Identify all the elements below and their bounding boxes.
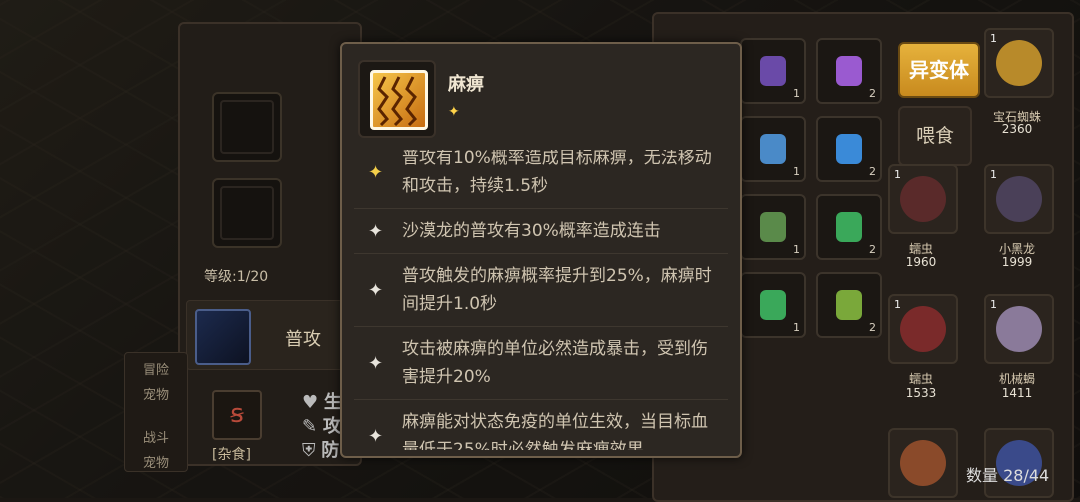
item-count: 2: [869, 165, 876, 178]
item-slot[interactable]: 2: [816, 194, 882, 260]
info-line: 宠物: [143, 456, 170, 471]
diet-label: [杂食]: [212, 447, 251, 463]
pet-card[interactable]: 1: [888, 294, 958, 364]
sparkle-icon: ✦: [368, 221, 384, 242]
pet-card[interactable]: 1: [888, 164, 958, 234]
item-count: 1: [793, 165, 800, 178]
attack-stat-label: ✎ 攻: [302, 416, 341, 437]
pet-card-name: 蠕虫: [908, 372, 933, 386]
equip-slot-1[interactable]: [212, 92, 282, 162]
item-slot[interactable]: 2: [816, 272, 882, 338]
attack-label: 普攻: [285, 329, 321, 350]
pet-card-level: 1: [990, 32, 997, 45]
hp-stat-label: ♥ 生: [302, 392, 342, 413]
item-gem-icon: [760, 212, 786, 242]
item-count: 2: [869, 87, 876, 100]
item-count: 1: [793, 87, 800, 100]
pet-card[interactable]: [888, 428, 958, 498]
pet-info-box: 冒险 宠物 战斗 宠物: [124, 352, 188, 472]
skill-effect-text: 攻击被麻痹的单位必然造成暴击，受到伤害提升20%: [402, 339, 708, 387]
item-count: 1: [793, 321, 800, 334]
skill-icon-frame: [358, 60, 436, 138]
pet-card[interactable]: 1: [984, 294, 1054, 364]
item-jar-icon: [836, 134, 862, 164]
pet-card-level: 1: [990, 168, 997, 181]
skill-effect-row: ✦ 普攻触发的麻痹概率提升到25%，麻痹时间提升1.0秒: [354, 254, 728, 327]
pet-card-power: 2360: [1001, 122, 1033, 136]
mutate-button[interactable]: 异变体: [898, 42, 980, 98]
pet-card[interactable]: 1: [984, 164, 1054, 234]
item-slot[interactable]: 1: [740, 194, 806, 260]
info-line: 战斗: [143, 431, 170, 446]
pet-level: 等级:1/20: [204, 269, 269, 285]
skill-tooltip: 麻痹 ✦ ✦ 普攻有10%概率造成目标麻痹，无法移动和攻击，持续1.5秒 ✦ 沙…: [340, 42, 742, 458]
claw-icon: [195, 309, 251, 365]
item-count: 2: [869, 243, 876, 256]
skill-effect-row: ✦ 普攻有10%概率造成目标麻痹，无法移动和攻击，持续1.5秒: [354, 150, 728, 209]
skill-effect-text: 普攻有10%概率造成目标麻痹，无法移动和攻击，持续1.5秒: [402, 150, 712, 196]
diet-icon[interactable]: ꞩ: [212, 390, 262, 440]
pet-card-level: 1: [894, 298, 901, 311]
info-line: 宠物: [143, 388, 170, 403]
sparkle-icon: ✦: [368, 353, 384, 374]
feed-button[interactable]: 喂食: [898, 106, 972, 166]
item-jar-icon: [760, 134, 786, 164]
item-jar-icon: [836, 290, 862, 320]
defense-stat-label: ⛨ 防: [302, 440, 340, 461]
item-slot[interactable]: 1: [740, 38, 806, 104]
boar-icon: [900, 440, 946, 486]
sparkle-icon: ✦: [368, 280, 384, 301]
worm-icon: [900, 176, 946, 222]
star-icon: ✦: [448, 104, 460, 120]
lightning-icon: [370, 70, 428, 130]
pet-card-level: 1: [990, 298, 997, 311]
item-slot[interactable]: 1: [740, 272, 806, 338]
skill-effects-list[interactable]: ✦ 普攻有10%概率造成目标麻痹，无法移动和攻击，持续1.5秒 ✦ 沙漠龙的普攻…: [354, 150, 728, 450]
pet-card-power: 1533: [905, 386, 937, 400]
skill-title: 麻痹: [448, 74, 484, 95]
dragon-icon: [996, 176, 1042, 222]
pet-card-name: 机械蝎: [998, 372, 1035, 386]
equip-slot-2[interactable]: [212, 178, 282, 248]
pet-card-level: 1: [894, 168, 901, 181]
skill-effect-text: 普攻触发的麻痹概率提升到25%，麻痹时间提升1.0秒: [402, 266, 712, 314]
item-gem-icon: [836, 56, 862, 86]
sparkle-icon: ✦: [368, 162, 384, 183]
pet-card-power: 1960: [905, 255, 937, 269]
skill-effect-text: 沙漠龙的普攻有30%概率造成连击: [402, 221, 661, 241]
item-gem-icon: [760, 56, 786, 86]
item-slot[interactable]: 1: [740, 116, 806, 182]
item-vial-icon: [760, 290, 786, 320]
pet-card-power: 1999: [1001, 255, 1033, 269]
worm-icon: [900, 306, 946, 352]
sparkle-icon: ✦: [368, 426, 384, 447]
item-count: 1: [793, 243, 800, 256]
scorpion-icon: [996, 306, 1042, 352]
pet-card-power: 1411: [1001, 386, 1033, 400]
info-line: 冒险: [143, 363, 170, 378]
item-slot[interactable]: 2: [816, 38, 882, 104]
skill-effect-text: 麻痹能对状态免疫的单位生效，当目标血量低于25%时必然触发麻痹效果: [402, 412, 708, 450]
item-count: 2: [869, 321, 876, 334]
skill-effect-row: ✦ 沙漠龙的普攻有30%概率造成连击: [354, 209, 728, 254]
skill-effect-row: ✦ 攻击被麻痹的单位必然造成暴击，受到伤害提升20%: [354, 327, 728, 400]
inventory-count: 数量 28/44: [966, 466, 1050, 485]
pet-card[interactable]: 1: [984, 28, 1054, 98]
spider-icon: [996, 40, 1042, 86]
skill-effect-row: ✦ 麻痹能对状态免疫的单位生效，当目标血量低于25%时必然触发麻痹效果: [354, 400, 728, 450]
item-slot[interactable]: 2: [816, 116, 882, 182]
item-vial-icon: [836, 212, 862, 242]
attack-skill-row[interactable]: 普攻: [186, 300, 358, 370]
